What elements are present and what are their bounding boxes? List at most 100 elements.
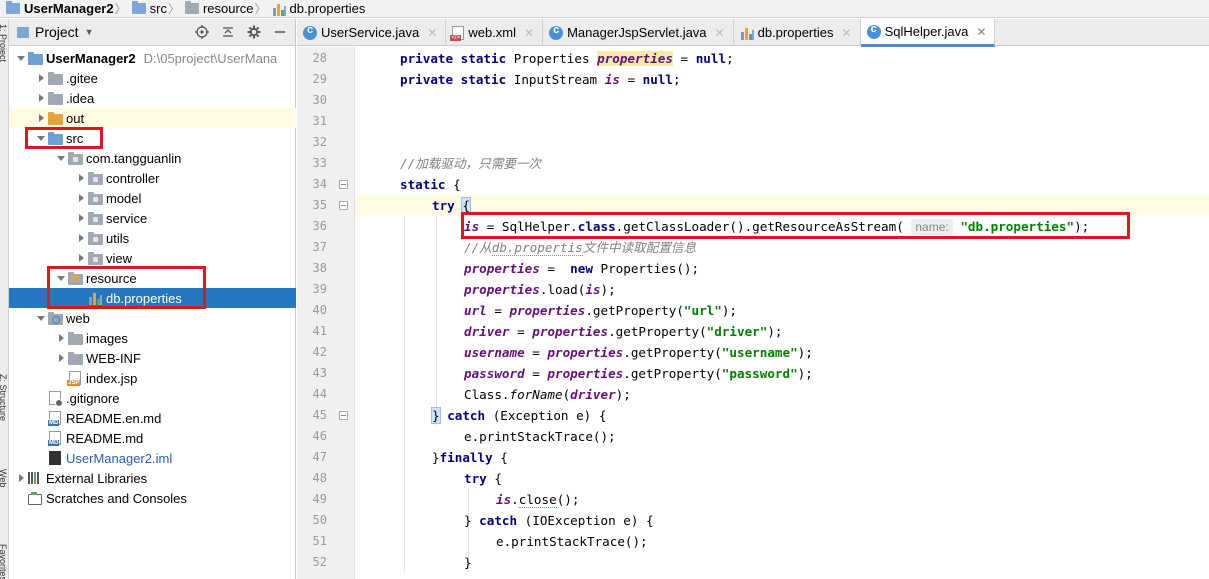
code-line[interactable]: properties = new Properties();: [355, 258, 1209, 279]
fold-marker-icon[interactable]: [339, 201, 348, 210]
collapsed-arrow-icon[interactable]: [75, 228, 87, 248]
collapsed-arrow-icon[interactable]: [75, 168, 87, 188]
collapsed-arrow-icon[interactable]: [55, 348, 67, 368]
expanded-arrow-icon[interactable]: [55, 268, 67, 288]
editor-tab[interactable]: ManagerJspServlet.java ✕: [543, 19, 734, 46]
breadcrumb-item[interactable]: src: [126, 0, 169, 17]
chevron-down-icon[interactable]: ▼: [85, 27, 94, 37]
tool-window-stripe-button[interactable]: Z: Structure: [0, 374, 8, 421]
close-icon[interactable]: ✕: [976, 25, 986, 39]
tree-node[interactable]: view: [9, 248, 296, 268]
close-icon[interactable]: ✕: [842, 26, 852, 40]
project-panel-title[interactable]: Project: [35, 24, 79, 40]
tree-node[interactable]: web: [9, 308, 296, 328]
code-line[interactable]: try {: [355, 195, 1209, 216]
expanded-arrow-icon[interactable]: [15, 48, 27, 68]
tree-node[interactable]: External Libraries: [9, 468, 296, 488]
code-line[interactable]: Class.forName(driver);: [355, 384, 1209, 405]
code-line[interactable]: private static Properties properties = n…: [355, 48, 1209, 69]
code-line[interactable]: [355, 111, 1209, 132]
code-line[interactable]: }: [355, 552, 1209, 573]
code-token: .getProperty(: [608, 324, 707, 339]
code-line[interactable]: e.printStackTrace();: [355, 426, 1209, 447]
code-area[interactable]: private static Properties properties = n…: [355, 47, 1209, 579]
code-line[interactable]: properties.load(is);: [355, 279, 1209, 300]
code-line[interactable]: is.close();: [355, 489, 1209, 510]
libraries-icon: [28, 472, 42, 484]
tree-node[interactable]: utils: [9, 228, 296, 248]
tree-node[interactable]: controller: [9, 168, 296, 188]
tree-node[interactable]: UserManager2 D:\05project\UserMana: [9, 48, 296, 68]
collapsed-arrow-icon[interactable]: [75, 208, 87, 228]
collapsed-arrow-icon[interactable]: [35, 88, 47, 108]
editor-tab[interactable]: web.xml ✕: [446, 19, 544, 46]
code-line[interactable]: //加载驱动，只需要一次: [355, 153, 1209, 174]
collapsed-arrow-icon[interactable]: [35, 108, 47, 128]
expanded-arrow-icon[interactable]: [35, 308, 47, 328]
tree-node[interactable]: WEB-INF: [9, 348, 296, 368]
fold-marker-icon[interactable]: [339, 411, 348, 420]
chevron-right-icon: 〉: [114, 2, 127, 16]
close-icon[interactable]: ✕: [427, 26, 437, 40]
tree-node[interactable]: README.md: [9, 428, 296, 448]
breadcrumb-item[interactable]: UserManager2: [0, 0, 116, 17]
editor-tab[interactable]: db.properties ✕: [734, 19, 861, 46]
code-line[interactable]: } catch (IOException e) {: [355, 510, 1209, 531]
tree-node[interactable]: index.jsp: [9, 368, 296, 388]
tree-node[interactable]: .gitignore: [9, 388, 296, 408]
code-line[interactable]: }finally {: [355, 447, 1209, 468]
tree-node[interactable]: .idea: [9, 88, 296, 108]
tree-node[interactable]: images: [9, 328, 296, 348]
tree-node[interactable]: resource: [9, 268, 296, 288]
code-line[interactable]: username = properties.getProperty("usern…: [355, 342, 1209, 363]
breadcrumb-item[interactable]: db.properties: [266, 0, 368, 17]
gear-icon[interactable]: [245, 23, 263, 41]
breadcrumb-item[interactable]: resource: [179, 0, 256, 17]
tool-window-stripe-button[interactable]: Favorites: [0, 544, 8, 579]
code-line[interactable]: private static InputStream is = null;: [355, 69, 1209, 90]
code-line[interactable]: [355, 132, 1209, 153]
tree-node[interactable]: src: [9, 128, 296, 148]
locate-file-icon[interactable]: [193, 23, 211, 41]
code-line[interactable]: password = properties.getProperty("passw…: [355, 363, 1209, 384]
code-line[interactable]: [355, 90, 1209, 111]
breadcrumb-label: src: [149, 1, 167, 16]
close-icon[interactable]: ✕: [715, 26, 725, 40]
collapsed-arrow-icon[interactable]: [75, 188, 87, 208]
code-line[interactable]: } catch (Exception e) {: [355, 405, 1209, 426]
code-line[interactable]: //从db.propertis文件中读取配置信息: [355, 237, 1209, 258]
tree-node-label: Scratches and Consoles: [46, 490, 187, 506]
tree-node[interactable]: service: [9, 208, 296, 228]
editor-tab[interactable]: SqlHelper.java ✕: [860, 19, 996, 47]
collapse-all-icon[interactable]: [219, 23, 237, 41]
tree-node[interactable]: out: [9, 108, 296, 128]
tree-node-icon-wrap: [87, 211, 103, 225]
tool-window-stripe-button[interactable]: Web: [0, 469, 8, 487]
code-line[interactable]: static {: [355, 174, 1209, 195]
collapsed-arrow-icon[interactable]: [55, 328, 67, 348]
code-line[interactable]: is = SqlHelper.class.getClassLoader().ge…: [355, 216, 1209, 237]
tree-node[interactable]: model: [9, 188, 296, 208]
editor-tab[interactable]: UserService.java ✕: [297, 19, 447, 46]
code-line[interactable]: e.printStackTrace();: [355, 531, 1209, 552]
tool-window-stripe-button[interactable]: 1: Project: [0, 24, 8, 62]
tree-node[interactable]: Scratches and Consoles: [9, 488, 296, 508]
collapsed-arrow-icon[interactable]: [35, 68, 47, 88]
tree-node[interactable]: com.tangguanlin: [9, 148, 296, 168]
tree-node-icon-wrap: [67, 331, 83, 345]
hide-panel-icon[interactable]: [271, 23, 289, 41]
collapsed-arrow-icon[interactable]: [15, 468, 27, 488]
code-line[interactable]: url = properties.getProperty("url");: [355, 300, 1209, 321]
tree-node[interactable]: UserManager2.iml: [9, 448, 296, 468]
tree-node[interactable]: .gitee: [9, 68, 296, 88]
collapsed-arrow-icon[interactable]: [75, 248, 87, 268]
expanded-arrow-icon[interactable]: [35, 128, 47, 148]
code-line[interactable]: try {: [355, 468, 1209, 489]
fold-marker-icon[interactable]: [339, 180, 348, 189]
close-icon[interactable]: ✕: [524, 26, 534, 40]
tree-node[interactable]: README.en.md: [9, 408, 296, 428]
code-line[interactable]: driver = properties.getProperty("driver"…: [355, 321, 1209, 342]
tree-node[interactable]: db.properties: [9, 288, 296, 308]
expanded-arrow-icon[interactable]: [55, 148, 67, 168]
